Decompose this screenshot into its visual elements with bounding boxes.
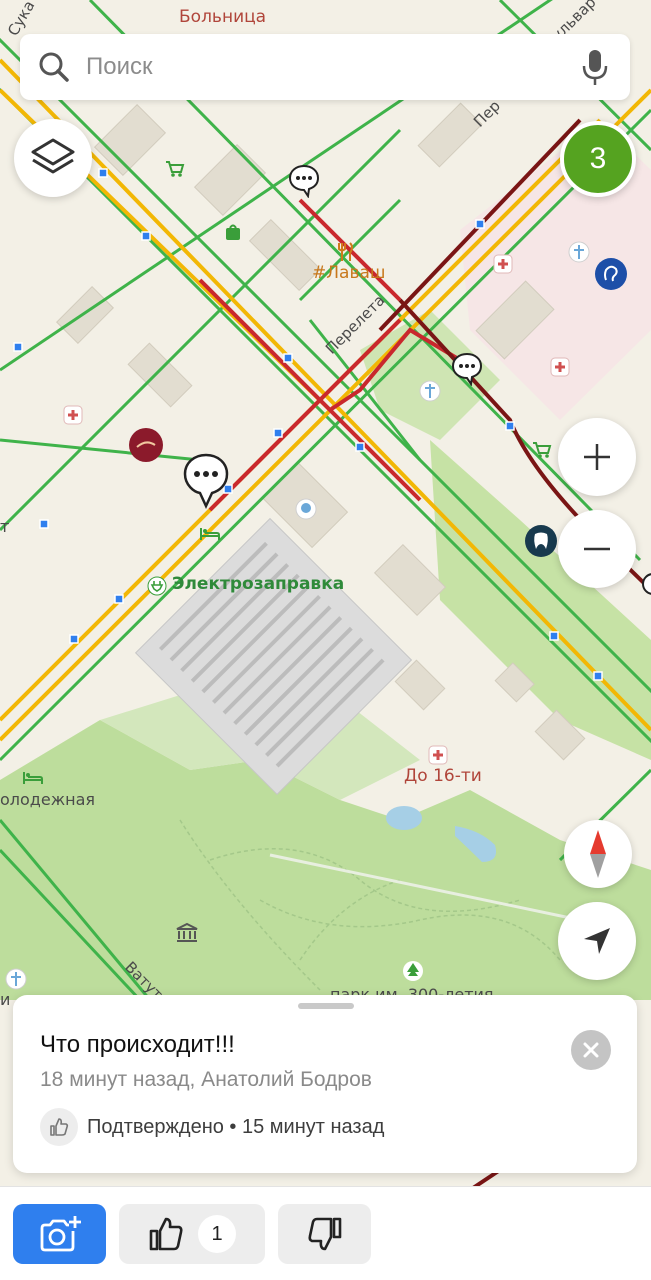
drag-handle[interactable] xyxy=(298,1003,354,1009)
chat-bubble-icon[interactable] xyxy=(451,352,483,386)
shopping-cart-icon[interactable] xyxy=(163,157,185,179)
chat-bubble-icon[interactable] xyxy=(288,164,320,198)
medical-cross-icon[interactable] xyxy=(568,241,590,263)
traffic-score-badge[interactable]: 3 xyxy=(560,121,636,197)
church-icon[interactable] xyxy=(419,380,441,402)
close-button[interactable] xyxy=(571,1030,611,1070)
hearing-clinic-icon[interactable] xyxy=(594,257,628,291)
bottom-action-bar: 1 xyxy=(0,1186,651,1280)
microphone-icon[interactable] xyxy=(580,47,610,87)
hotel-icon[interactable] xyxy=(199,524,221,542)
museum-icon[interactable] xyxy=(176,922,198,944)
camera-plus-icon xyxy=(40,1216,81,1252)
thumb-down-icon xyxy=(307,1217,341,1251)
hotel-icon[interactable] xyxy=(22,768,44,786)
medical-cross-icon[interactable] xyxy=(5,968,27,990)
compass-icon xyxy=(590,830,606,878)
zoom-in-button[interactable] xyxy=(558,418,636,496)
park-tree-icon[interactable] xyxy=(402,960,424,982)
minus-icon xyxy=(584,547,610,551)
landmark-pin-icon[interactable] xyxy=(295,498,317,520)
restaurant-icon[interactable] xyxy=(336,241,356,263)
label-hospital[interactable]: Больница xyxy=(179,7,266,27)
zoom-out-button[interactable] xyxy=(558,510,636,588)
search-icon xyxy=(39,52,69,82)
dislike-button[interactable] xyxy=(278,1204,371,1264)
label-do-16[interactable]: До 16-ти xyxy=(404,766,482,786)
like-count: 1 xyxy=(198,1215,236,1253)
event-meta: 18 минут назад, Анатолий Бодров xyxy=(40,1068,372,1091)
shopping-bag-icon[interactable] xyxy=(223,222,243,242)
add-photo-button[interactable] xyxy=(13,1204,106,1264)
event-title: Что происходит!!! xyxy=(40,1031,235,1058)
label-ev-charging[interactable]: Электрозаправка xyxy=(172,574,344,594)
compass-button[interactable] xyxy=(564,820,632,888)
hospital-icon[interactable] xyxy=(63,405,83,425)
hospital-icon[interactable] xyxy=(550,357,570,377)
locate-me-button[interactable] xyxy=(558,902,636,980)
label-edge-t: т xyxy=(0,517,10,536)
layers-button[interactable] xyxy=(14,119,92,197)
hospital-icon[interactable] xyxy=(428,745,448,765)
label-molodezhnaya: олодежная xyxy=(0,790,96,809)
label-lavash[interactable]: #Лаваш xyxy=(312,263,385,283)
confirmation-row: Подтверждено • 15 минут назад xyxy=(40,1108,384,1146)
search-input[interactable]: Поиск xyxy=(86,53,580,81)
restaurant-logo-icon[interactable] xyxy=(128,427,164,463)
shopping-cart-icon[interactable] xyxy=(530,438,552,460)
thumb-up-icon xyxy=(149,1217,183,1251)
dentistry-icon[interactable] xyxy=(524,524,558,558)
navigation-arrow-icon xyxy=(584,928,610,954)
hospital-icon[interactable] xyxy=(493,254,513,274)
like-button[interactable]: 1 xyxy=(119,1204,265,1264)
layers-icon xyxy=(31,138,75,174)
chat-bubble-icon[interactable] xyxy=(640,571,651,597)
thumb-up-icon xyxy=(40,1108,78,1146)
close-icon xyxy=(583,1042,599,1058)
search-bar[interactable]: Поиск xyxy=(20,34,630,100)
ev-charging-icon[interactable] xyxy=(147,576,167,596)
label-edge-i: и xyxy=(0,990,11,1009)
selected-event-marker-icon[interactable] xyxy=(182,452,230,510)
event-card[interactable]: Что происходит!!! 18 минут назад, Анатол… xyxy=(13,995,637,1173)
plus-icon xyxy=(584,444,610,470)
confirmation-text: Подтверждено • 15 минут назад xyxy=(87,1115,385,1138)
